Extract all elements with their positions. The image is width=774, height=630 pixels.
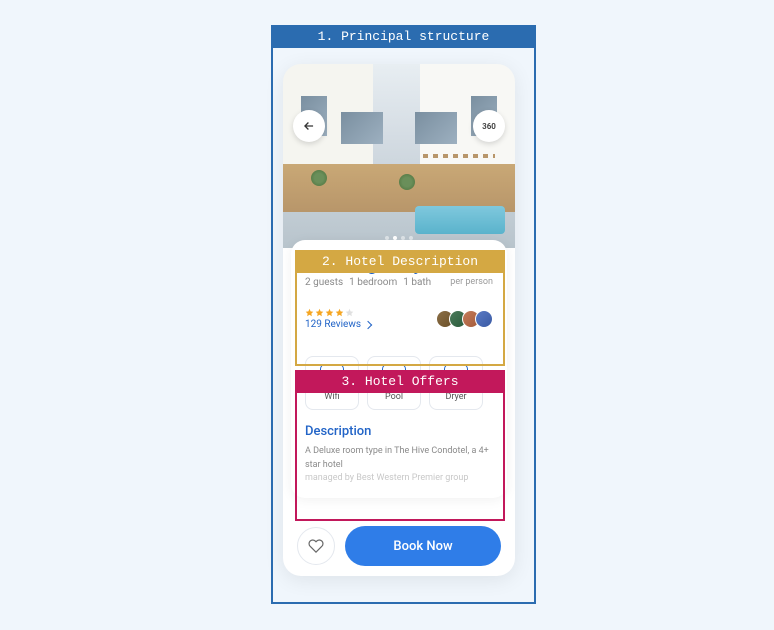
phone-frame: 360 Hotel LightSky $128 2 guests 1 bedro… bbox=[283, 64, 515, 576]
reviews-link[interactable]: 129 Reviews bbox=[305, 319, 371, 330]
annotation-hotel-offers: 3. Hotel Offers bbox=[295, 370, 505, 393]
spec-bedrooms: 1 bedroom bbox=[349, 277, 397, 288]
description-line-1: A Deluxe room type in The Hive Condotel,… bbox=[305, 445, 493, 472]
chevron-right-icon bbox=[364, 320, 372, 328]
description-section: Description A Deluxe room type in The Hi… bbox=[305, 424, 493, 486]
spec-guests: 2 guests bbox=[305, 277, 343, 288]
spec-baths: 1 bath bbox=[403, 277, 431, 288]
description-line-2: managed by Best Western Premier group bbox=[305, 472, 493, 486]
heart-icon bbox=[308, 538, 324, 554]
room-specs: 2 guests 1 bedroom 1 bath bbox=[305, 277, 431, 288]
book-now-button[interactable]: Book Now bbox=[345, 526, 501, 566]
price-per: per person bbox=[450, 277, 493, 288]
avatar bbox=[475, 310, 493, 328]
favorite-button[interactable] bbox=[297, 527, 335, 565]
star-icon bbox=[335, 308, 344, 317]
building-illustration bbox=[283, 64, 515, 248]
annotation-principal-structure: 1. Principal structure bbox=[271, 25, 536, 48]
arrow-left-icon bbox=[302, 119, 316, 133]
amenity-pool-label: Pool bbox=[385, 392, 403, 402]
back-button[interactable] bbox=[293, 110, 325, 142]
reviews-count-label: 129 Reviews bbox=[305, 319, 361, 330]
footer-actions: Book Now bbox=[297, 526, 501, 566]
amenity-wifi-label: Wifi bbox=[324, 392, 339, 402]
star-rating bbox=[305, 308, 371, 317]
star-icon bbox=[315, 308, 324, 317]
vr-360-button[interactable]: 360 bbox=[473, 110, 505, 142]
star-icon bbox=[305, 308, 314, 317]
hero-image: 360 bbox=[283, 64, 515, 248]
description-title: Description bbox=[305, 424, 493, 439]
detail-card: Hotel LightSky $128 2 guests 1 bedroom 1… bbox=[291, 240, 507, 498]
amenity-dryer-label: Dryer bbox=[445, 392, 466, 402]
reviewer-avatars[interactable] bbox=[441, 310, 493, 328]
vr-360-label: 360 bbox=[482, 122, 496, 131]
star-icon bbox=[325, 308, 334, 317]
star-icon bbox=[345, 308, 354, 317]
annotation-hotel-description: 2. Hotel Description bbox=[295, 250, 505, 273]
